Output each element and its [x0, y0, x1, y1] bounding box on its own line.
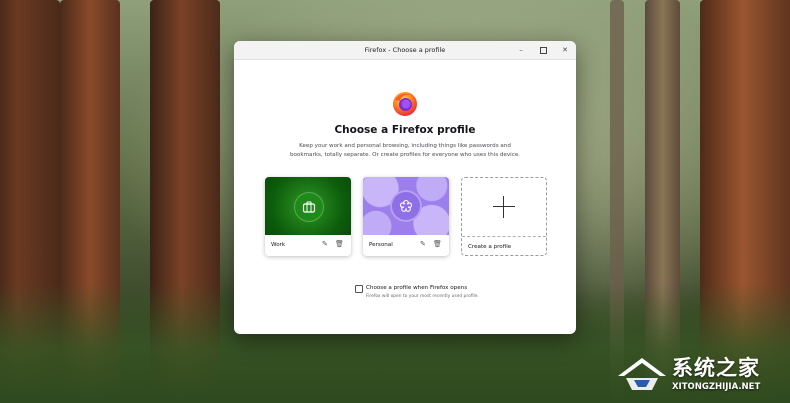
flower-icon	[399, 199, 413, 212]
profile-name: Work	[271, 242, 286, 248]
checkbox-label[interactable]: Choose a profile when Firefox opens	[366, 285, 467, 291]
watermark-url: XITONGZHIJIA.NET	[672, 382, 761, 392]
checkbox-sublabel: Firefox will open to your most recently …	[366, 294, 479, 299]
profile-name: Personal	[369, 242, 393, 248]
maximize-button[interactable]	[532, 41, 554, 59]
profile-card-work[interactable]: Work ✎ 🗑	[265, 177, 351, 256]
create-profile-label: Create a profile	[468, 244, 512, 250]
firefox-logo-icon	[393, 92, 417, 116]
profile-chooser-window: Firefox - Choose a profile – ✕ Choose a …	[234, 41, 576, 334]
briefcase-icon	[302, 201, 316, 213]
profile-avatar-area[interactable]	[363, 177, 449, 235]
title-bar[interactable]: Firefox - Choose a profile – ✕	[234, 41, 576, 60]
profile-card-footer: Personal ✎ 🗑	[363, 235, 449, 256]
minimize-icon: –	[519, 46, 523, 54]
choose-on-open-checkbox[interactable]	[355, 285, 363, 293]
edit-icon[interactable]: ✎	[322, 241, 329, 248]
watermark-name: 系统之家	[672, 356, 760, 380]
close-button[interactable]: ✕	[554, 41, 576, 59]
profile-badge	[294, 192, 324, 222]
delete-icon[interactable]: 🗑	[433, 241, 442, 248]
profile-card-personal[interactable]: Personal ✎ 🗑	[363, 177, 449, 256]
maximize-icon	[539, 46, 547, 54]
close-icon: ✕	[562, 46, 568, 54]
edit-icon[interactable]: ✎	[420, 241, 427, 248]
dialog-description: Keep your work and personal browsing, in…	[289, 143, 521, 158]
create-profile-card[interactable]: Create a profile	[461, 177, 547, 256]
profile-card-footer: Work ✎ 🗑	[265, 235, 351, 256]
profile-avatar-area[interactable]	[265, 177, 351, 235]
watermark-logo-icon	[618, 358, 666, 390]
profile-badge	[392, 192, 420, 220]
plus-icon	[493, 196, 515, 218]
minimize-button[interactable]: –	[510, 41, 532, 59]
dialog-heading: Choose a Firefox profile	[334, 124, 476, 136]
watermark: 系统之家 XITONGZHIJIA.NET	[614, 352, 786, 400]
delete-icon[interactable]: 🗑	[335, 241, 344, 248]
card-divider	[462, 236, 546, 237]
